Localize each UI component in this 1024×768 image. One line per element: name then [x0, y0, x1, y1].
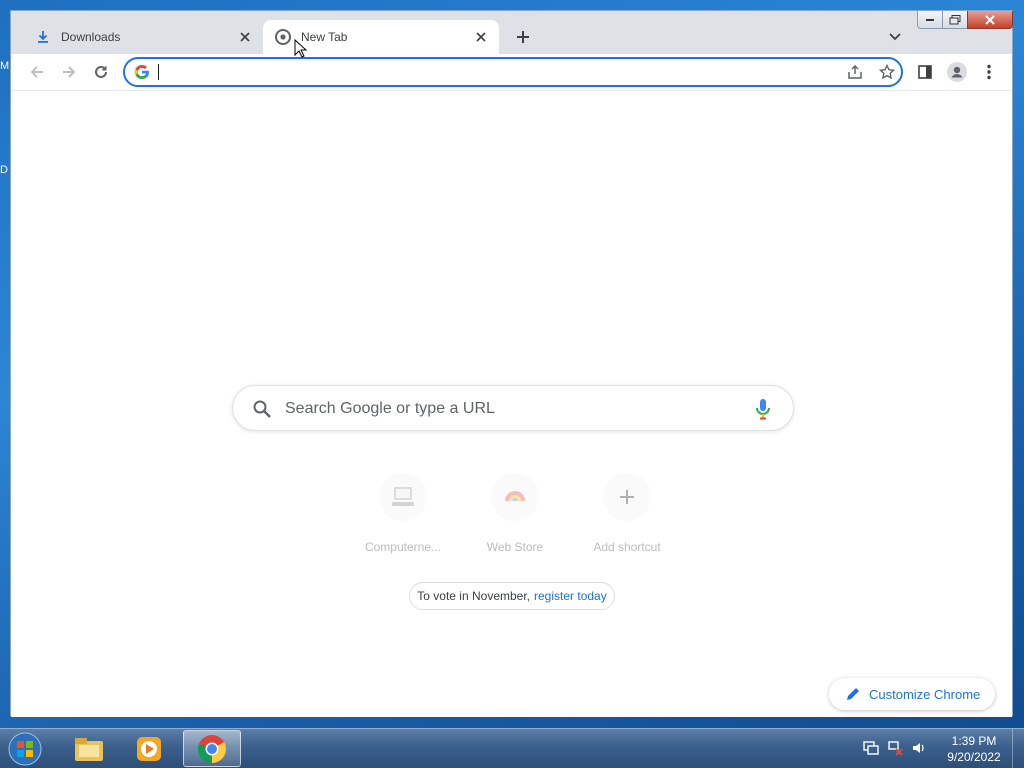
profile-button[interactable] — [945, 60, 969, 84]
share-button[interactable] — [845, 62, 865, 82]
reload-icon — [95, 65, 107, 78]
taskbar-clock[interactable]: 1:39 PM 9/20/2022 — [940, 733, 1008, 765]
minimize-button[interactable] — [917, 11, 943, 29]
close-window-button[interactable] — [967, 11, 1013, 29]
star-icon — [879, 64, 895, 80]
tab-downloads[interactable]: Downloads — [23, 20, 263, 54]
minimize-icon — [926, 18, 934, 21]
shortcut-tile[interactable]: Web Store — [459, 461, 571, 554]
tab-strip: Downloads New Tab — [11, 11, 1013, 54]
kebab-menu-icon — [987, 64, 991, 80]
taskbar-media-player[interactable] — [120, 730, 178, 767]
pencil-icon — [847, 688, 859, 700]
close-icon — [985, 14, 995, 25]
google-g-icon — [134, 65, 149, 79]
avatar-icon — [947, 62, 967, 82]
chrome-window: Downloads New Tab Search Google or type … — [10, 10, 1013, 717]
computer-icon — [379, 473, 427, 521]
shortcut-label: Web Store — [486, 540, 544, 554]
side-panel-icon — [918, 65, 932, 79]
customize-chrome-button[interactable]: Customize Chrome — [829, 678, 995, 710]
omnibox-input[interactable] — [157, 63, 797, 81]
shortcut-label: Computerne... — [364, 540, 442, 554]
download-icon — [35, 29, 51, 45]
promo-banner: To vote in November, register today — [409, 582, 615, 610]
share-icon — [848, 64, 862, 79]
plus-icon — [603, 473, 651, 521]
forward-button[interactable] — [57, 60, 81, 84]
ntp-search-box[interactable]: Search Google or type a URL — [232, 385, 794, 431]
show-desktop-button[interactable] — [1012, 729, 1024, 768]
new-tab-button[interactable] — [511, 25, 535, 49]
chrome-icon — [197, 734, 226, 763]
toolbar — [11, 54, 1012, 91]
taskbar-explorer[interactable] — [60, 730, 118, 767]
start-button[interactable] — [5, 730, 45, 768]
customize-label: Customize Chrome — [869, 686, 981, 702]
address-bar[interactable] — [123, 57, 903, 87]
ntp-search-placeholder: Search Google or type a URL — [285, 400, 495, 417]
microphone-icon[interactable] — [753, 398, 773, 420]
restore-icon — [949, 14, 961, 24]
clock-date: 9/20/2022 — [947, 750, 1001, 764]
promo-text: To vote in November, — [417, 589, 531, 603]
shortcut-label: Add shortcut — [593, 540, 661, 554]
close-tab-icon[interactable] — [235, 27, 255, 47]
windows-orb-icon — [8, 732, 42, 766]
text-caret — [158, 64, 159, 80]
tab-search-button[interactable] — [883, 25, 907, 49]
reload-button[interactable] — [89, 60, 113, 84]
side-panel-button[interactable] — [913, 60, 937, 84]
tab-title: Downloads — [61, 30, 121, 44]
explorer-icon — [75, 737, 103, 761]
promo-link[interactable]: register today — [534, 589, 607, 603]
menu-button[interactable] — [977, 60, 1001, 84]
bookmark-star-button[interactable] — [877, 62, 897, 82]
volume-icon[interactable] — [910, 739, 928, 757]
taskbar: 1:39 PM 9/20/2022 — [0, 728, 1024, 768]
network-icon[interactable] — [886, 739, 904, 757]
system-tray — [862, 737, 928, 759]
chrome-icon — [275, 29, 291, 45]
back-arrow-icon — [30, 66, 43, 78]
media-player-icon — [137, 736, 161, 761]
shortcut-tile[interactable]: Add shortcut — [571, 461, 683, 554]
search-icon — [253, 400, 271, 418]
mouse-cursor-icon — [294, 39, 308, 58]
clock-time: 1:39 PM — [951, 734, 997, 748]
tab-title: New Tab — [301, 30, 348, 44]
close-tab-icon[interactable] — [471, 27, 491, 47]
webstore-icon — [491, 473, 539, 521]
restore-button[interactable] — [942, 11, 968, 29]
new-tab-page: Search Google or type a URL Computerne..… — [11, 91, 1012, 717]
back-button[interactable] — [25, 60, 49, 84]
chevron-down-icon — [889, 33, 901, 41]
plus-icon — [517, 31, 529, 43]
taskbar-chrome[interactable] — [183, 730, 241, 767]
shortcuts-grid: Computerne... Web Store Add shortcut — [347, 461, 683, 561]
shortcut-tile[interactable]: Computerne... — [347, 461, 459, 554]
action-center-icon[interactable] — [862, 739, 880, 757]
forward-arrow-icon — [63, 66, 76, 78]
